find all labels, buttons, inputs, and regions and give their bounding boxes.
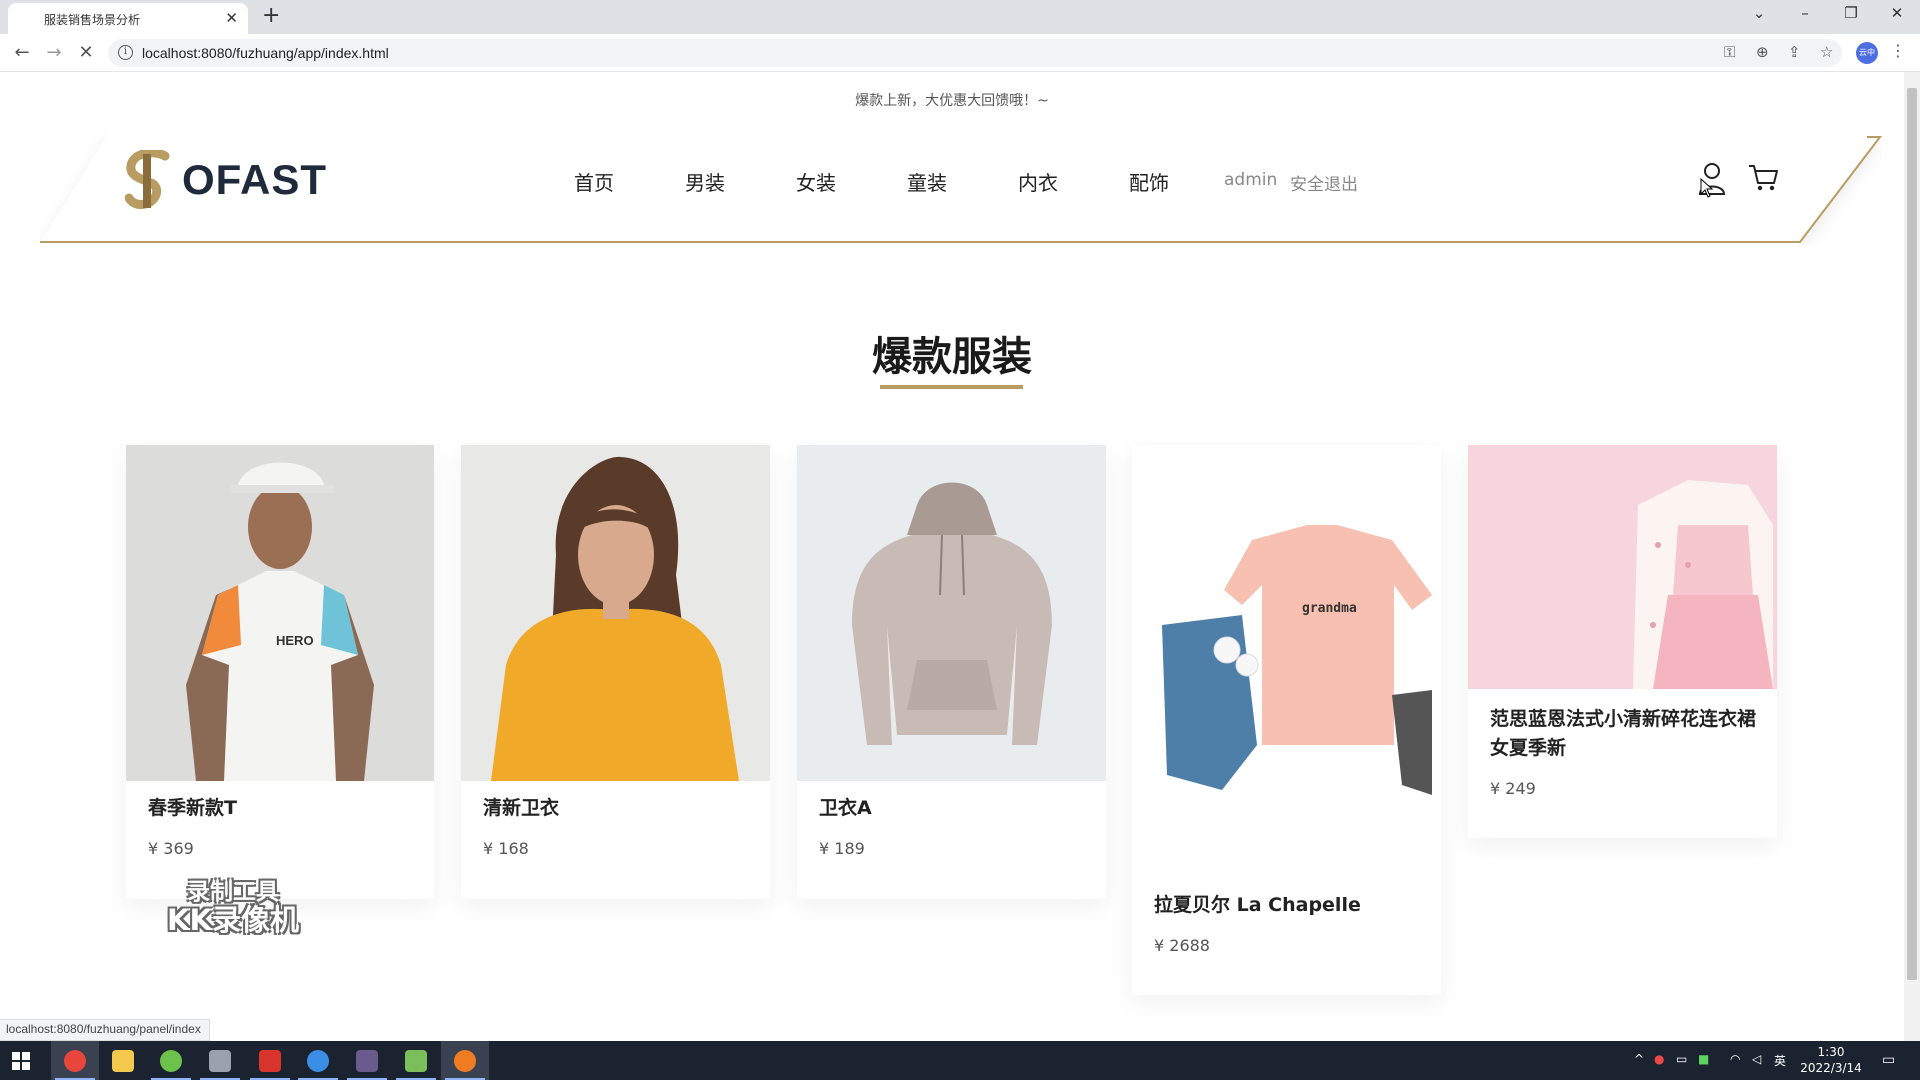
forward-icon[interactable]: → xyxy=(42,42,66,63)
game-app-icon xyxy=(356,1050,378,1072)
chrome-icon xyxy=(64,1050,86,1072)
product-name[interactable]: 春季新款T xyxy=(148,794,237,823)
product-card[interactable]: 卫衣A ¥ 189 xyxy=(797,445,1106,899)
url-omnibox[interactable]: i localhost:8080/fuzhuang/app/index.html… xyxy=(108,39,1842,67)
nav-item-kids[interactable]: 童装 xyxy=(907,167,947,196)
tray-shield-icon[interactable]: ● xyxy=(1654,1052,1664,1066)
tray-expand-icon[interactable]: ^ xyxy=(1634,1052,1644,1066)
product-price: ¥ 369 xyxy=(148,839,194,858)
product-image[interactable] xyxy=(797,445,1106,781)
browser-tab-bar: 服装销售场景分析 ✕ + ⌄ – ❐ ✕ xyxy=(0,0,1920,34)
bookmark-star-icon[interactable]: ☆ xyxy=(1820,43,1833,61)
svg-text:HERO: HERO xyxy=(276,633,314,648)
tab-close-icon[interactable]: ✕ xyxy=(225,9,238,27)
product-image[interactable]: grandma xyxy=(1132,445,1441,875)
key-icon[interactable]: ⚿ xyxy=(1724,43,1735,61)
windows-start-icon[interactable] xyxy=(12,1052,30,1070)
browser-menu-icon[interactable]: ⋮ xyxy=(1890,41,1906,60)
watermark-line2: KK录像机 xyxy=(167,903,299,938)
taskbar-explorer[interactable] xyxy=(99,1041,147,1080)
cart-icon[interactable] xyxy=(1748,164,1778,192)
tray-app-icon[interactable]: ■ xyxy=(1698,1052,1709,1066)
recorder-icon xyxy=(454,1050,476,1072)
product-name[interactable]: 卫衣A xyxy=(819,794,872,823)
product-card[interactable]: 范思蓝恩法式小清新碎花连衣裙女夏季新 ¥ 249 xyxy=(1468,445,1777,838)
product-name[interactable]: 拉夏贝尔 La Chapelle xyxy=(1154,891,1361,920)
folder-icon xyxy=(112,1050,134,1072)
volume-icon[interactable]: ◁ xyxy=(1752,1052,1761,1066)
mouse-cursor-icon xyxy=(1700,178,1714,198)
taskbar-app-gray[interactable] xyxy=(196,1041,244,1080)
section-title: 爆款服装 xyxy=(872,334,1032,380)
nav-item-accessories[interactable]: 配饰 xyxy=(1129,167,1169,196)
tray-network-icon[interactable]: ▭ xyxy=(1676,1052,1687,1066)
nav-item-men[interactable]: 男装 xyxy=(685,167,725,196)
product-price: ¥ 2688 xyxy=(1154,936,1210,955)
product-card[interactable]: HERO 春季新款T ¥ 369 xyxy=(126,445,434,899)
minimize-icon[interactable]: – xyxy=(1790,4,1820,22)
wps-icon xyxy=(259,1050,281,1072)
tab-title: 服装销售场景分析 xyxy=(44,13,141,27)
zoom-icon[interactable]: ⊕ xyxy=(1756,43,1769,61)
share-icon[interactable]: ⇪ xyxy=(1788,43,1801,61)
scrollbar-thumb[interactable] xyxy=(1907,88,1917,980)
wifi-icon[interactable]: ◠ xyxy=(1730,1052,1740,1066)
product-name[interactable]: 范思蓝恩法式小清新碎花连衣裙女夏季新 xyxy=(1490,705,1760,763)
url-text[interactable]: localhost:8080/fuzhuang/app/index.html xyxy=(142,45,389,61)
magnifier-app-icon xyxy=(307,1050,329,1072)
promo-notice: 爆款上新，大优惠大回馈哦！~ xyxy=(855,93,1049,109)
recorder-watermark: 录制工具 KK录像机 xyxy=(158,879,308,938)
clock-date: 2022/3/14 xyxy=(1800,1061,1862,1075)
taskbar-recorder[interactable] xyxy=(441,1041,489,1080)
site-info-icon[interactable]: i xyxy=(118,45,133,60)
product-image[interactable]: HERO xyxy=(126,445,434,781)
taskbar-notepad[interactable] xyxy=(392,1041,440,1080)
clock-time: 1:30 xyxy=(1817,1045,1845,1059)
product-image[interactable] xyxy=(1468,445,1777,689)
nav-item-women[interactable]: 女装 xyxy=(796,167,836,196)
tool-app-icon xyxy=(209,1050,231,1072)
product-image[interactable] xyxy=(461,445,770,781)
back-icon[interactable]: ← xyxy=(10,42,34,63)
logo-icon[interactable] xyxy=(125,150,170,212)
leaf-app-icon xyxy=(160,1050,182,1072)
status-url-bubble: localhost:8080/fuzhuang/panel/index xyxy=(0,1019,210,1041)
new-tab-button[interactable]: + xyxy=(262,3,280,28)
product-card[interactable]: 清新卫衣 ¥ 168 xyxy=(461,445,770,899)
notification-icon[interactable]: ▭ xyxy=(1882,1052,1895,1068)
browser-tab[interactable]: 服装销售场景分析 ✕ xyxy=(8,3,248,34)
product-price: ¥ 168 xyxy=(483,839,529,858)
clock[interactable]: 1:30 2022/3/14 xyxy=(1796,1044,1866,1076)
taskbar-app-green[interactable] xyxy=(147,1041,195,1080)
address-bar: ← → ✕ i localhost:8080/fuzhuang/app/inde… xyxy=(0,34,1920,72)
logo-text[interactable]: OFAST xyxy=(182,156,327,204)
profile-avatar[interactable]: 云中 xyxy=(1856,42,1878,64)
product-price: ¥ 189 xyxy=(819,839,865,858)
section-title-underline xyxy=(880,385,1023,389)
restore-icon[interactable]: ❐ xyxy=(1836,4,1866,22)
taskbar-search-app[interactable] xyxy=(294,1041,342,1080)
nav-item-home[interactable]: 首页 xyxy=(574,167,614,196)
product-name[interactable]: 清新卫衣 xyxy=(483,794,559,823)
nav-item-underwear[interactable]: 内衣 xyxy=(1018,167,1058,196)
windows-taskbar: ^ ● ▭ ■ ◠ ◁ 英 1:30 2022/3/14 ▭ xyxy=(0,1041,1920,1080)
watermark-line1: 录制工具 xyxy=(187,879,279,905)
close-window-icon[interactable]: ✕ xyxy=(1882,4,1912,22)
logout-link[interactable]: 安全退出 xyxy=(1290,170,1358,195)
username-link[interactable]: admin xyxy=(1224,170,1277,190)
product-price: ¥ 249 xyxy=(1490,779,1536,798)
tab-search-icon[interactable]: ⌄ xyxy=(1744,4,1774,22)
product-card[interactable]: grandma 拉夏贝尔 La Chapelle ¥ 2688 xyxy=(1132,445,1441,995)
ime-indicator[interactable]: 英 xyxy=(1774,1052,1786,1069)
stop-loading-icon[interactable]: ✕ xyxy=(74,42,98,63)
notepad-icon xyxy=(405,1050,427,1072)
taskbar-wps[interactable] xyxy=(246,1041,294,1080)
taskbar-game[interactable] xyxy=(343,1041,391,1080)
taskbar-chrome[interactable] xyxy=(51,1041,99,1080)
svg-text:grandma: grandma xyxy=(1302,601,1357,616)
